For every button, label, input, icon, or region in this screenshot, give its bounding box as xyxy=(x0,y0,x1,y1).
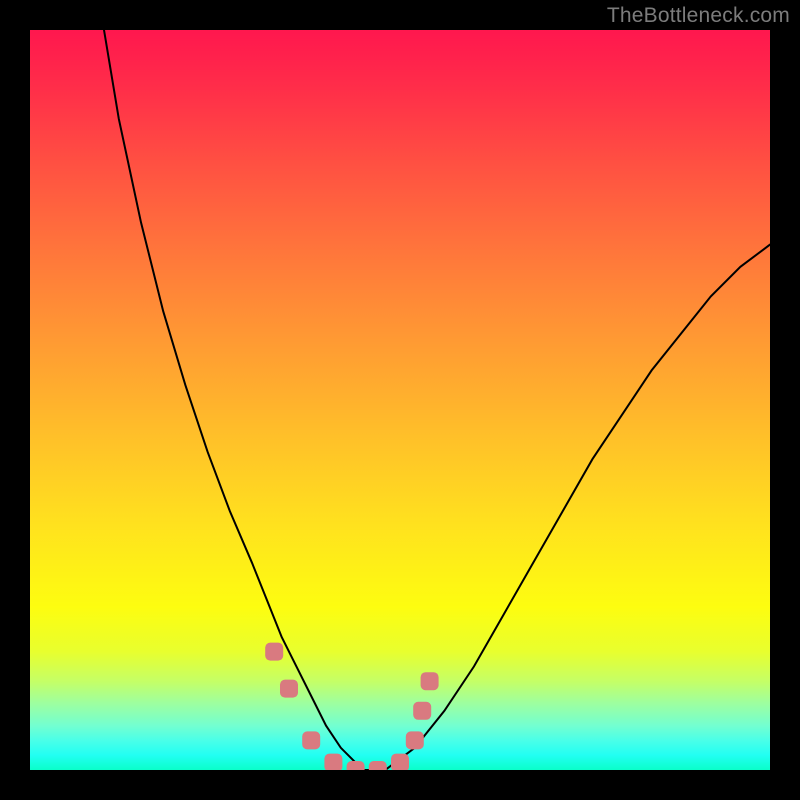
marker-point xyxy=(421,672,439,690)
marker-point xyxy=(413,702,431,720)
marker-point xyxy=(391,754,409,770)
highlight-markers xyxy=(265,643,438,770)
marker-point xyxy=(280,680,298,698)
marker-point xyxy=(406,731,424,749)
marker-point xyxy=(265,643,283,661)
chart-svg xyxy=(30,30,770,770)
chart-frame: TheBottleneck.com xyxy=(0,0,800,800)
plot-area xyxy=(30,30,770,770)
bottleneck-curve xyxy=(104,30,770,770)
marker-point xyxy=(369,761,387,770)
marker-point xyxy=(347,761,365,770)
marker-point xyxy=(324,754,342,770)
marker-point xyxy=(302,731,320,749)
watermark-text: TheBottleneck.com xyxy=(607,4,790,28)
